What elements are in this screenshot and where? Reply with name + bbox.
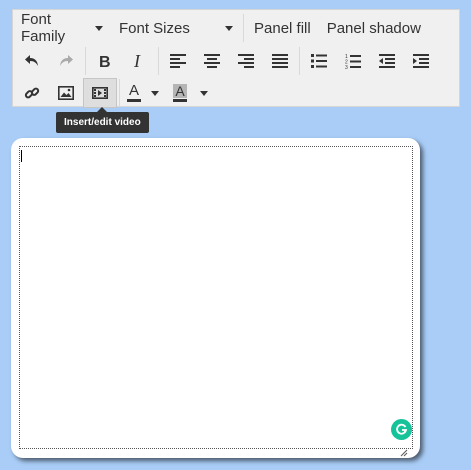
panel-shadow-label: Panel shadow: [326, 19, 421, 37]
bold-icon: B: [99, 54, 111, 69]
indent-button[interactable]: [404, 46, 438, 76]
undo-icon: [25, 55, 38, 66]
grammarly-icon: [396, 423, 408, 435]
font-sizes-label: Font Sizes: [119, 19, 190, 37]
text-color-icon: A: [127, 82, 141, 102]
justify-button[interactable]: [263, 46, 297, 76]
font-sizes-dropdown[interactable]: Font Sizes: [111, 14, 241, 42]
panel-fill-label: Panel fill: [254, 19, 311, 37]
font-family-label: Font Family: [21, 11, 66, 45]
chevron-down-icon: [200, 90, 208, 96]
bullet-list-button[interactable]: [302, 46, 336, 76]
bullet-list-icon: [311, 54, 327, 68]
svg-text:3: 3: [345, 65, 348, 69]
redo-button[interactable]: [49, 46, 83, 76]
align-left-icon: [170, 54, 186, 68]
image-icon: [58, 86, 74, 100]
numbered-list-button[interactable]: 123: [336, 46, 370, 76]
align-left-button[interactable]: [161, 46, 195, 76]
numbered-list-icon: 123: [345, 54, 361, 69]
redo-icon: [60, 55, 73, 66]
grammarly-button[interactable]: [391, 419, 412, 440]
italic-button[interactable]: I: [122, 46, 156, 76]
background-color-button[interactable]: A: [164, 78, 196, 108]
tooltip: Insert/edit video: [56, 112, 149, 133]
align-right-icon: [238, 54, 254, 68]
toolbar-separator: [243, 14, 244, 42]
toolbar-separator: [85, 47, 86, 75]
text-color-button[interactable]: A: [122, 78, 146, 108]
font-family-dropdown[interactable]: Font Family: [13, 11, 111, 45]
chevron-down-icon: [151, 90, 159, 96]
align-center-icon: [204, 54, 220, 68]
video-button[interactable]: [83, 78, 117, 108]
toolbar-separator: [158, 47, 159, 75]
editor-toolbar: Font Family Font Sizes Panel fill Panel …: [12, 9, 460, 109]
resize-handle-icon[interactable]: [400, 449, 408, 457]
chevron-down-icon: [225, 25, 233, 31]
image-button[interactable]: [49, 78, 83, 108]
justify-icon: [272, 54, 288, 68]
toolbar-row-2: B I 123: [15, 45, 438, 77]
chevron-down-icon: [95, 25, 103, 31]
undo-button[interactable]: [15, 46, 49, 76]
align-right-button[interactable]: [229, 46, 263, 76]
indent-icon: [413, 54, 429, 68]
outdent-icon: [379, 54, 395, 68]
text-color-dropdown[interactable]: [146, 78, 164, 108]
italic-icon: I: [133, 53, 141, 69]
video-icon: [92, 87, 108, 99]
toolbar-separator: [299, 47, 300, 75]
editor-content-area[interactable]: [19, 146, 413, 449]
outdent-button[interactable]: [370, 46, 404, 76]
panel-shadow-button[interactable]: Panel shadow: [319, 14, 429, 42]
link-icon: [24, 87, 40, 99]
background-color-letter: A: [173, 83, 187, 99]
bold-button[interactable]: B: [88, 46, 122, 76]
align-center-button[interactable]: [195, 46, 229, 76]
background-color-dropdown[interactable]: [196, 78, 212, 108]
panel-fill-button[interactable]: Panel fill: [246, 14, 319, 42]
background-color-swatch: [173, 99, 187, 102]
svg-text:I: I: [133, 53, 141, 69]
toolbar-separator: [119, 79, 120, 107]
toolbar-row-1: Font Family Font Sizes Panel fill Panel …: [13, 11, 429, 45]
text-color-letter: A: [128, 82, 139, 99]
toolbar-row-3: A A: [15, 77, 212, 109]
svg-text:B: B: [99, 54, 111, 69]
text-cursor: [21, 150, 22, 162]
background-color-icon: A: [173, 84, 187, 102]
link-button[interactable]: [15, 78, 49, 108]
text-color-swatch: [127, 99, 141, 102]
